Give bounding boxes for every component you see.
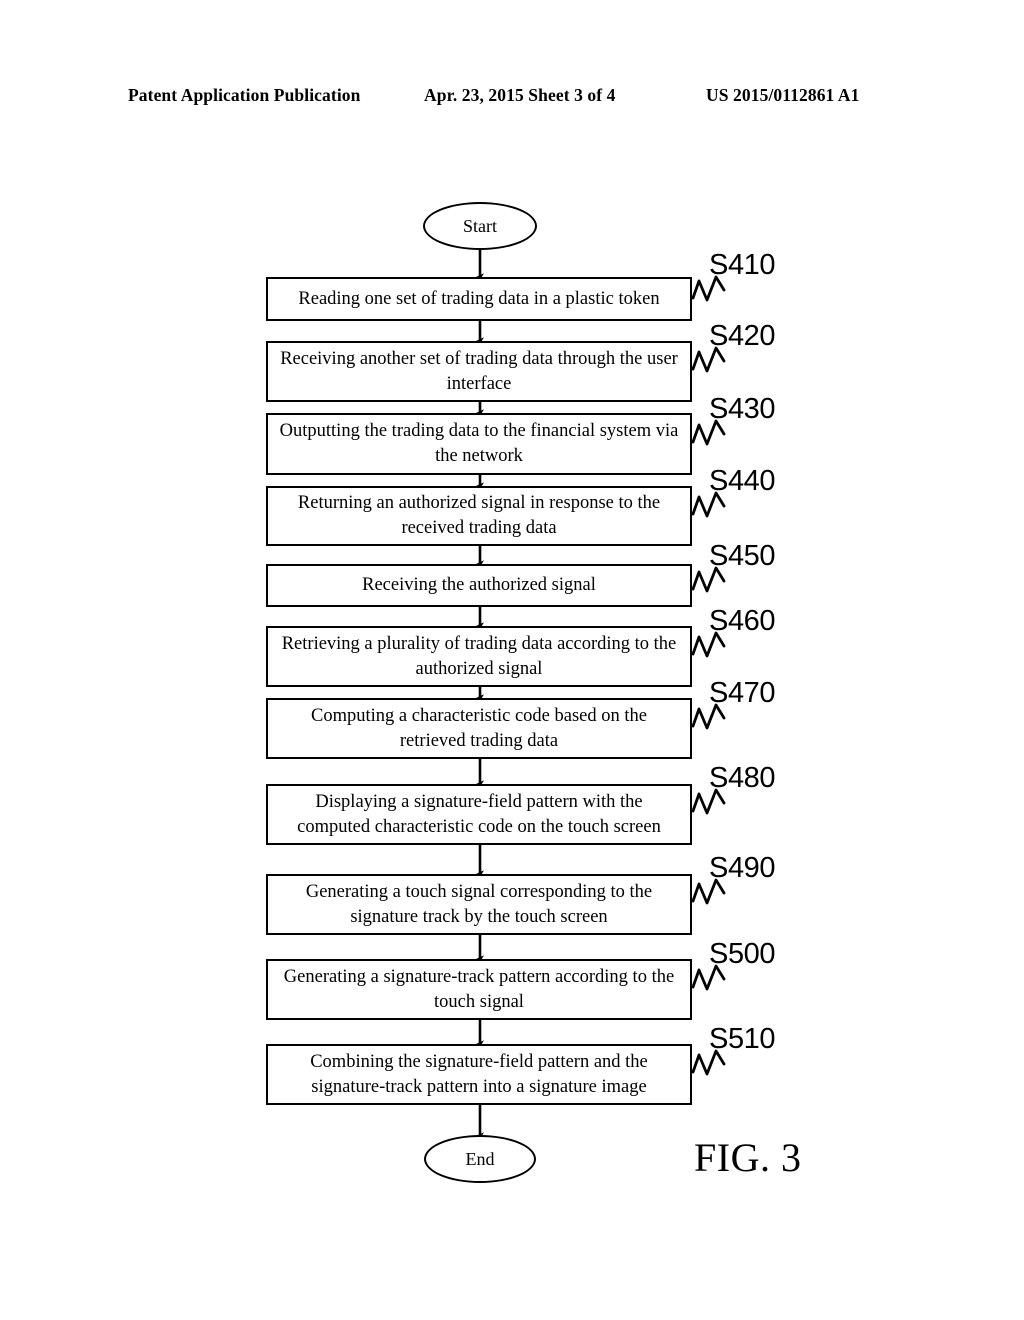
step-reference-s410: S410 bbox=[709, 249, 776, 281]
start-node-label: Start bbox=[463, 216, 497, 236]
step-reference-s450: S450 bbox=[709, 540, 776, 572]
flowchart-step-box-s460: Retrieving a plurality of trading data a… bbox=[266, 626, 692, 687]
step-text-s420: Receiving another set of trading data th… bbox=[280, 348, 678, 394]
step-reference-s490: S490 bbox=[709, 852, 776, 884]
flowchart-step-box-s440: Returning an authorized signal in respon… bbox=[266, 486, 692, 546]
step-text-s440: Returning an authorized signal in respon… bbox=[297, 493, 661, 538]
step-reference-s510: S510 bbox=[709, 1023, 776, 1055]
flowchart-step-box-s410: Reading one set of trading data in a pla… bbox=[266, 277, 692, 321]
flowchart-step-box-s420: Receiving another set of trading data th… bbox=[266, 341, 692, 402]
flowchart: Start Reading one set of trading data in… bbox=[0, 0, 1024, 1320]
flowchart-step-box-s480: Displaying a signature-field pattern wit… bbox=[266, 784, 692, 845]
step-text-s470: Computing a characteristic code based on… bbox=[311, 705, 647, 751]
flowchart-step-box-s470: Computing a characteristic code based on… bbox=[266, 698, 692, 759]
step-reference-s440: S440 bbox=[709, 465, 776, 497]
step-reference-s460: S460 bbox=[709, 605, 776, 637]
flowchart-step-box-s500: Generating a signature-track pattern acc… bbox=[266, 959, 692, 1020]
patent-figure-page: Patent Application Publication Apr. 23, … bbox=[0, 0, 1024, 1320]
flowchart-end-node: End bbox=[424, 1135, 536, 1183]
flowchart-step-box-s450: Receiving the authorized signal bbox=[266, 564, 692, 607]
flowchart-step-box-s430: Outputting the trading data to the finan… bbox=[266, 413, 692, 475]
figure-caption: FIG. 3 bbox=[694, 1135, 802, 1180]
step-reference-s430: S430 bbox=[709, 393, 776, 425]
step-text-s460: Retrieving a plurality of trading data a… bbox=[281, 633, 677, 679]
flowchart-step-box-s510: Combining the signature-field pattern an… bbox=[266, 1044, 692, 1105]
step-reference-s480: S480 bbox=[709, 762, 776, 794]
step-text-s410: Reading one set of trading data in a pla… bbox=[298, 288, 660, 309]
step-text-s480: Displaying a signature-field pattern wit… bbox=[297, 791, 661, 837]
step-reference-s470: S470 bbox=[709, 677, 776, 709]
step-text-s500: Generating a signature-track pattern acc… bbox=[283, 966, 675, 1012]
end-node-label: End bbox=[465, 1149, 495, 1169]
step-reference-s420: S420 bbox=[709, 320, 776, 352]
step-reference-s500: S500 bbox=[709, 938, 776, 970]
step-text-s510: Combining the signature-field pattern an… bbox=[310, 1051, 648, 1097]
flowchart-step-box-s490: Generating a touch signal corresponding … bbox=[266, 874, 692, 935]
step-text-s490: Generating a touch signal corresponding … bbox=[305, 881, 653, 927]
step-text-s430: Outputting the trading data to the finan… bbox=[279, 421, 679, 466]
flowchart-start-node: Start bbox=[423, 202, 537, 250]
step-text-s450: Receiving the authorized signal bbox=[362, 575, 596, 595]
